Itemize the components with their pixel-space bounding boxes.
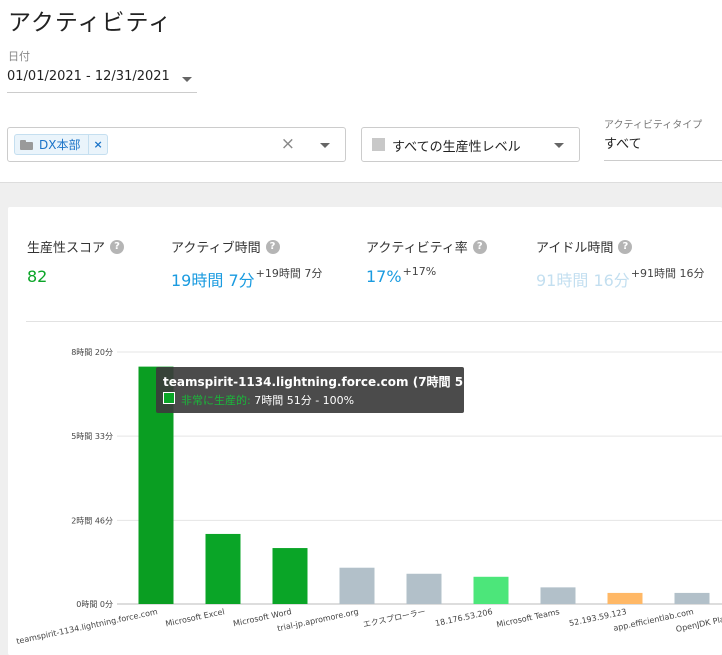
y-tick-label: 0時間 0分 (76, 600, 113, 609)
x-tick-label: 18.176.53.206 (434, 607, 493, 628)
chart-tooltip: teamspirit-1134.lightning.force.com (7時間… (156, 367, 489, 413)
chart-bar[interactable] (674, 592, 710, 604)
activity-bar-chart: 8時間 20分5時間 33分2時間 46分0時間 0分teamspirit-11… (16, 348, 722, 646)
tooltip-category: 非常に生産的: (181, 394, 251, 407)
tooltip-detail: 7時間 51分 - 100% (254, 394, 355, 407)
chart-bar[interactable] (473, 576, 509, 604)
y-tick-label: 8時間 20分 (71, 348, 113, 357)
x-tick-label: エクスプローラー (362, 607, 426, 629)
x-tick-label: Microsoft Teams (496, 607, 561, 629)
y-tick-label: 2時間 46分 (71, 516, 113, 525)
x-tick-label: teamspirit-1134.lightning.force.com (16, 607, 159, 646)
x-tick-label: Microsoft Excel (165, 607, 226, 628)
tooltip-title: teamspirit-1134.lightning.force.com (7時間… (163, 375, 489, 389)
tooltip-detail-line: 非常に生産的: 7時間 51分 - 100% (181, 392, 354, 408)
chart-bar[interactable] (339, 567, 375, 604)
chart-bar[interactable] (607, 592, 643, 604)
tooltip-swatch (163, 392, 175, 404)
chart-bar[interactable] (406, 573, 442, 604)
chart-bar[interactable] (272, 548, 308, 604)
chart-bar[interactable] (205, 533, 241, 604)
y-tick-label: 5時間 33分 (71, 432, 113, 441)
chart-bar[interactable] (540, 587, 576, 604)
